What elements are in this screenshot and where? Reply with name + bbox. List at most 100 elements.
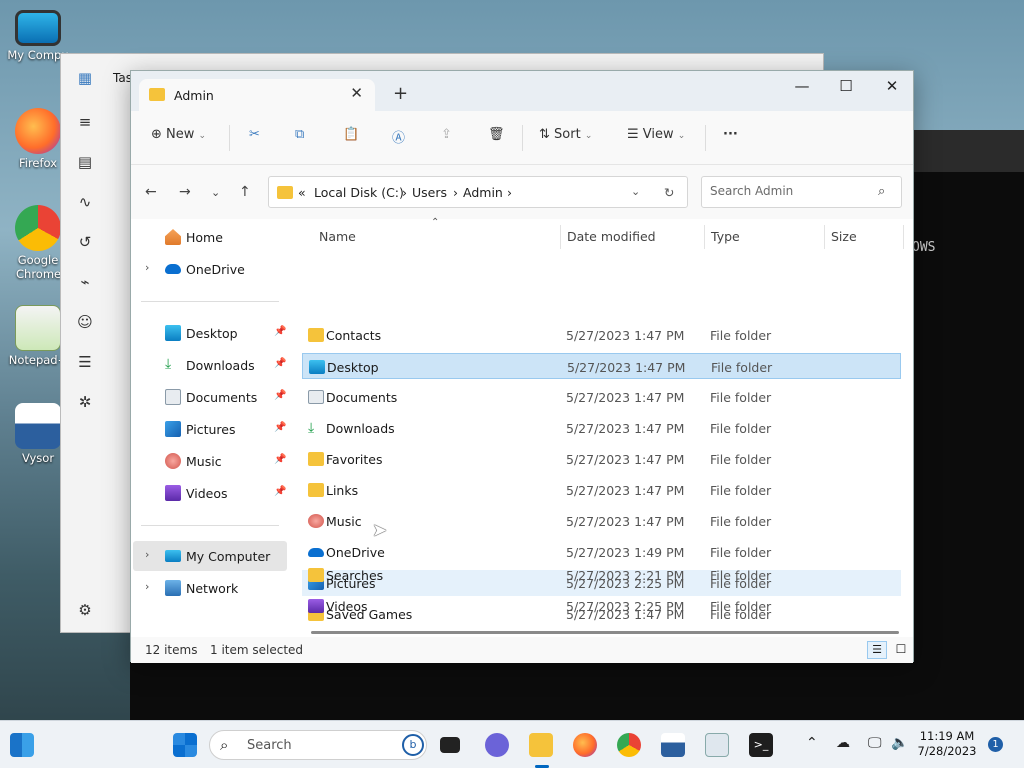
column-header-type[interactable]: Type xyxy=(711,229,740,244)
search-icon[interactable]: ⌕ xyxy=(878,184,885,199)
search-box[interactable]: ⌕ xyxy=(701,176,902,208)
view-button[interactable]: ☰ View ⌄ xyxy=(627,127,685,142)
close-window-button[interactable]: ✕ xyxy=(869,77,915,95)
taskbar-search[interactable]: ⌕ Search b xyxy=(209,730,427,760)
nav-item-network[interactable]: › Network xyxy=(133,573,287,603)
performance-icon[interactable]: ∿ xyxy=(75,192,95,212)
chrome-icon[interactable] xyxy=(617,733,641,757)
nav-item-documents[interactable]: Documents 📌 xyxy=(133,382,287,412)
delete-icon[interactable]: 🗑 xyxy=(488,127,505,142)
breadcrumb-local-disk[interactable]: Local Disk (C:) xyxy=(314,185,404,200)
close-tab-icon[interactable]: ✕ xyxy=(350,84,363,102)
nav-item-label: Network xyxy=(186,581,239,596)
maximize-button[interactable]: ☐ xyxy=(823,77,869,95)
nav-item-home[interactable]: Home xyxy=(133,222,287,252)
file-row[interactable]: Searches 5/27/2023 2:21 PM File folder xyxy=(302,562,901,588)
bing-icon[interactable]: b xyxy=(402,734,424,756)
forward-arrow-icon[interactable]: → xyxy=(179,184,191,200)
task-manager-icon[interactable] xyxy=(705,733,729,757)
file-row[interactable]: Documents 5/27/2023 1:47 PM File folder xyxy=(302,384,901,410)
settings-gear-icon[interactable]: ⚙ xyxy=(75,600,95,620)
back-arrow-icon[interactable]: ← xyxy=(145,184,157,200)
more-options-button[interactable]: ··· xyxy=(723,127,738,142)
file-row[interactable]: Links 5/27/2023 1:47 PM File folder xyxy=(302,477,901,503)
tiles-view-icon[interactable]: ☐ xyxy=(891,641,911,659)
pin-icon[interactable]: 📌 xyxy=(274,390,286,401)
music-folder-icon xyxy=(165,453,181,469)
vysor-icon[interactable] xyxy=(661,733,685,757)
paste-icon[interactable]: 📋 xyxy=(343,127,359,142)
column-header-name[interactable]: Name xyxy=(319,229,356,244)
share-icon[interactable]: ⇪ xyxy=(441,127,452,142)
volume-icon[interactable]: 🔈 xyxy=(891,735,908,751)
up-arrow-icon[interactable]: ↑ xyxy=(239,184,251,200)
details-icon[interactable]: ☰ xyxy=(75,352,95,372)
users-icon[interactable]: ☺ xyxy=(75,312,95,332)
nav-item-pictures[interactable]: Pictures 📌 xyxy=(133,414,287,444)
widgets-icon[interactable] xyxy=(10,733,34,757)
desktop-folder-icon xyxy=(165,325,181,341)
file-explorer-icon[interactable] xyxy=(529,733,553,757)
chevron-right-icon[interactable]: › xyxy=(145,580,149,593)
cloud-offline-icon[interactable]: ☁ xyxy=(836,735,850,751)
pin-icon[interactable]: 📌 xyxy=(274,326,286,337)
nav-item-desktop[interactable]: Desktop 📌 xyxy=(133,318,287,348)
file-row[interactable]: Contacts 5/27/2023 1:47 PM File folder xyxy=(302,322,901,348)
terminal-icon[interactable]: >_ xyxy=(749,733,773,757)
startup-icon[interactable]: ⌁ xyxy=(75,272,95,292)
cut-icon[interactable]: ✂ xyxy=(249,127,260,142)
file-explorer-window[interactable]: Admin ✕ + — ☐ ✕ ⊕ New ⌄ ✂ ⧉ 📋 Ⓐ ⇪ 🗑 ⇅ So… xyxy=(130,70,914,663)
recent-locations-chevron-icon[interactable]: ⌄ xyxy=(211,186,220,199)
address-bar[interactable]: « Local Disk (C:) › Users › Admin › ⌄ ↻ xyxy=(268,176,688,208)
new-tab-icon[interactable]: + xyxy=(393,83,408,104)
breadcrumb-users[interactable]: Users xyxy=(412,185,447,200)
clock[interactable]: 11:19 AM 7/28/2023 xyxy=(912,729,982,759)
processes-icon[interactable]: ▤ xyxy=(75,152,95,172)
nav-item-videos[interactable]: Videos 📌 xyxy=(133,478,287,508)
file-row[interactable]: Desktop 5/27/2023 1:47 PM File folder xyxy=(302,353,901,379)
address-history-chevron-icon[interactable]: ⌄ xyxy=(631,185,640,198)
task-view-icon[interactable] xyxy=(440,737,460,753)
details-view-icon[interactable]: ☰ xyxy=(867,641,887,659)
pin-icon[interactable]: 📌 xyxy=(274,422,286,433)
search-input[interactable] xyxy=(710,184,870,198)
breadcrumb-overflow[interactable]: « xyxy=(298,185,306,200)
new-button[interactable]: ⊕ New ⌄ xyxy=(151,127,206,142)
chevron-right-icon[interactable]: › xyxy=(145,548,149,561)
chevron-right-icon[interactable]: › xyxy=(145,261,149,274)
pin-icon[interactable]: 📌 xyxy=(274,486,286,497)
file-row[interactable]: Favorites 5/27/2023 1:47 PM File folder xyxy=(302,446,901,472)
explorer-tab-admin[interactable]: Admin ✕ xyxy=(139,79,375,111)
sort-button[interactable]: ⇅ Sort ⌄ xyxy=(539,127,592,142)
nav-item-onedrive[interactable]: › OneDrive xyxy=(133,254,287,284)
start-windows-icon[interactable] xyxy=(173,733,197,757)
file-row[interactable]: Videos 5/27/2023 2:25 PM File folder xyxy=(302,593,901,619)
onedrive-cloud-icon xyxy=(165,264,181,274)
rename-icon[interactable]: Ⓐ xyxy=(392,127,405,146)
minimize-button[interactable]: — xyxy=(779,77,825,95)
column-header-size[interactable]: Size xyxy=(831,229,857,244)
firefox-icon[interactable] xyxy=(573,733,597,757)
breadcrumb-admin[interactable]: Admin xyxy=(463,185,503,200)
explorer-titlebar[interactable]: Admin ✕ + — ☐ ✕ xyxy=(131,71,913,111)
notification-badge[interactable]: 1 xyxy=(988,737,1003,752)
chat-icon[interactable] xyxy=(485,733,509,757)
file-type: File folder xyxy=(710,328,772,343)
hamburger-icon[interactable]: ≡ xyxy=(75,112,95,132)
nav-item-my-computer[interactable]: › My Computer xyxy=(133,541,287,571)
nav-item-music[interactable]: Music 📌 xyxy=(133,446,287,476)
file-row[interactable]: ⤓ Downloads 5/27/2023 1:47 PM File folde… xyxy=(302,415,901,441)
pin-icon[interactable]: 📌 xyxy=(274,454,286,465)
services-icon[interactable]: ✲ xyxy=(75,392,95,412)
refresh-icon[interactable]: ↻ xyxy=(664,185,674,200)
horizontal-scrollbar[interactable] xyxy=(311,631,899,634)
network-status-icon[interactable]: 🖵 xyxy=(868,735,882,751)
show-hidden-icons-chevron-icon[interactable]: ⌃ xyxy=(806,735,818,751)
pin-icon[interactable]: 📌 xyxy=(274,358,286,369)
copy-icon[interactable]: ⧉ xyxy=(295,127,304,142)
history-icon[interactable]: ↺ xyxy=(75,232,95,252)
file-row[interactable]: Music 5/27/2023 1:47 PM File folder xyxy=(302,508,901,534)
task-manager-sidebar: ▦ Tas ≡ ▤ ∿ ↺ ⌁ ☺ ☰ ✲ ⚙ xyxy=(61,54,132,632)
column-header-date-modified[interactable]: Date modified xyxy=(567,229,656,244)
nav-item-downloads[interactable]: ⤓ Downloads 📌 xyxy=(133,350,287,380)
